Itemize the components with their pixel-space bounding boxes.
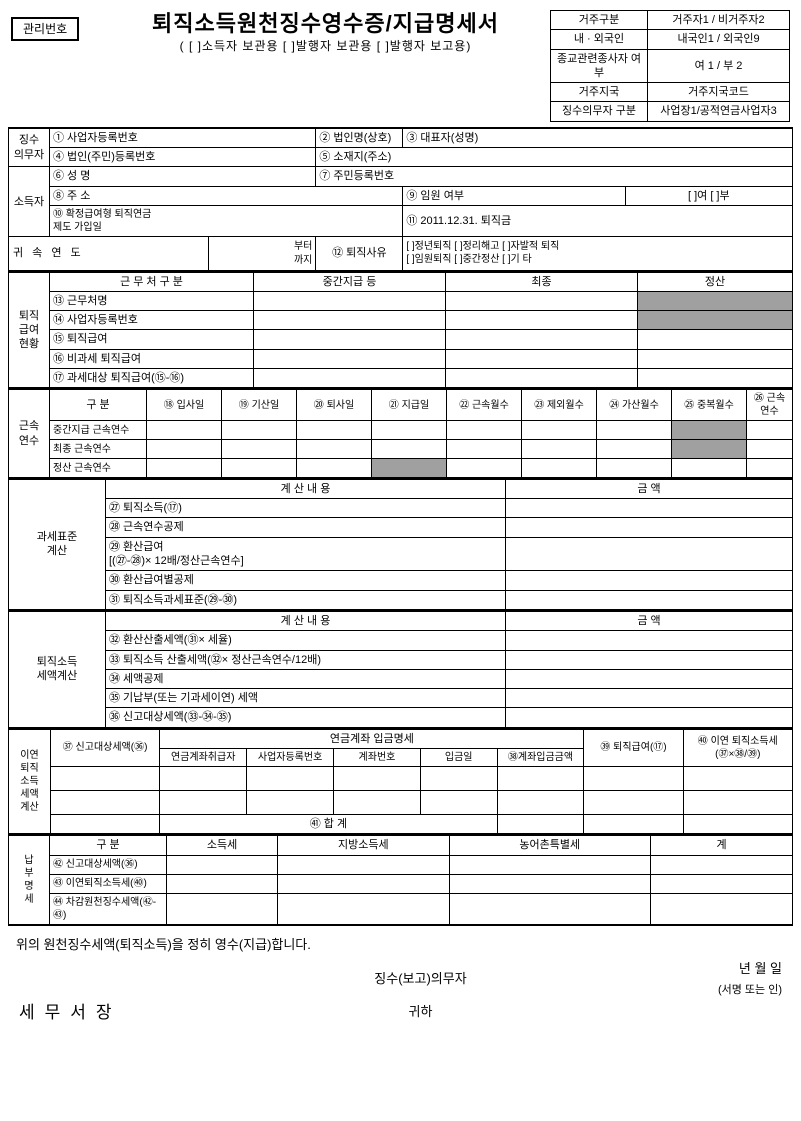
sec5-r3: 정산 근속연수: [50, 459, 147, 478]
sec8-r37: ㊲ 신고대상세액(㊱): [50, 729, 159, 766]
sec8-r39: ㊴ 퇴직급여(⑰): [584, 729, 683, 766]
sec9-h4: 농어촌특별세: [449, 836, 651, 855]
sec5-h24: ㉔ 가산월수: [597, 390, 672, 421]
info-r2b: 내국인1 / 외국인9: [648, 30, 790, 49]
sec5-h22: ㉒ 근속월수: [447, 390, 522, 421]
sec7-h1: 계 산 내 용: [106, 611, 506, 630]
sec1-r4: ④ 법인(주민)등록번호: [50, 148, 316, 167]
sec5-h26: ㉖ 근속연수: [747, 390, 793, 421]
sec8-label: 이연 퇴직 소득 세액 계산: [9, 729, 51, 834]
sec4-r15: ⑮ 퇴직급여: [50, 330, 254, 349]
to: 까지: [294, 255, 312, 266]
sec7-r32: ㉜ 환산산출세액(㉛× 세율): [106, 631, 506, 650]
sec4-h2: 중간지급 등: [254, 272, 446, 291]
sec9-r43: ㊸ 이연퇴직소득세(㊵): [50, 874, 167, 893]
sec8-r40: ㊵ 이연 퇴직소득세 (㊲×㊳/㊴): [683, 729, 792, 766]
sec1-r3: ③ 대표자(성명): [403, 128, 793, 148]
sec2-r10: ⑩ 확정급여형 퇴직연금 제도 가입일: [50, 205, 403, 236]
sec1-r1: ① 사업자등록번호: [50, 128, 316, 148]
sec5-h25: ㉕ 중복월수: [672, 390, 747, 421]
sec2-r11: ⑪ 2011.12.31. 퇴직금: [403, 205, 793, 236]
sec2-r8: ⑧ 주 소: [50, 186, 403, 205]
sec5-h23: ㉓ 제외월수: [522, 390, 597, 421]
sec6-r27: ㉗ 퇴직소득(⑰): [106, 499, 506, 518]
footer-office: 세무서장: [19, 1003, 122, 1022]
sec8-h4: 입금일: [420, 749, 497, 767]
sec7-r33: ㉝ 퇴직소득 산출세액(㉜× 정산근속연수/12배): [106, 650, 506, 669]
sec1-label: 징수 의무자: [9, 128, 50, 167]
sec6-r30: ㉚ 환산급여별공제: [106, 571, 506, 590]
sec5-h1: 구 분: [50, 390, 147, 421]
sec1-r2: ② 법인명(상호): [316, 128, 403, 148]
sec8-h38: ㊳계좌입금금액: [497, 749, 584, 767]
sec8-hgroup: 연금계좌 입금명세: [160, 729, 584, 748]
sec4-h3: 최종: [446, 272, 638, 291]
info-r5a: 징수의무자 구분: [551, 102, 648, 121]
sec9-h5: 계: [651, 836, 793, 855]
sec5-h21: ㉑ 지급일: [372, 390, 447, 421]
sec9-label: 납 부 명 세: [9, 836, 50, 925]
info-r4b: 거주지국코드: [648, 83, 790, 102]
sec4-label: 퇴직 급여 현황: [9, 272, 50, 388]
sec3-r12: ⑫ 퇴직사유: [316, 236, 403, 270]
sec4-r13: ⑬ 근무처명: [50, 291, 254, 310]
sec9-h3: 지방소득세: [278, 836, 449, 855]
sec2-r9v: [ ]여 [ ]부: [625, 186, 792, 205]
sec8-h1: 연금계좌취급자: [160, 749, 247, 767]
sec9-r44: ㊹ 차감원천징수세액(㊷-㊸): [50, 893, 167, 925]
info-r1b: 거주자1 / 비거주자2: [648, 11, 790, 30]
footer-to: 귀하: [252, 1000, 589, 1026]
sec2-r7: ⑦ 주민등록번호: [316, 167, 793, 186]
footer-stmt: 위의 원천징수세액(퇴직소득)을 정히 영수(지급)합니다.: [16, 934, 785, 953]
info-r4a: 거주지국: [551, 83, 648, 102]
sec5-r1: 중간지급 근속연수: [50, 421, 147, 440]
info-r5b: 사업장1/공적연금사업자3: [648, 102, 790, 121]
info-r1a: 거주구분: [551, 11, 648, 30]
sec4-h4: 정산: [638, 272, 793, 291]
sec9-h2: 소득세: [167, 836, 278, 855]
sec5-r2: 최종 근속연수: [50, 440, 147, 459]
sec9-r42: ㊷ 신고대상세액(㊱): [50, 855, 167, 874]
sec5-h19: ⑲ 기산일: [222, 390, 297, 421]
sec6-r31: ㉛ 퇴직소득과세표준(㉙-㉚): [106, 590, 506, 610]
info-r3b: 여 1 / 부 2: [648, 49, 790, 83]
sec7-r35: ㉟ 기납부(또는 기과세이연) 세액: [106, 689, 506, 708]
sec7-h2: 금 액: [506, 611, 793, 630]
info-r2a: 내 · 외국인: [551, 30, 648, 49]
info-r3a: 종교관련종사자 여부: [551, 49, 648, 83]
footer-obl: 징수(보고)의무자: [252, 959, 589, 1000]
sec8-h3: 계좌번호: [334, 749, 421, 767]
footer-date: 년 월 일: [592, 961, 782, 978]
sec6-label: 과세표준 계산: [9, 479, 106, 610]
sec6-r28: ㉘ 근속연수공제: [106, 518, 506, 537]
sec7-r34: ㉞ 세액공제: [106, 669, 506, 688]
sec8-sum: ㊶ 합 계: [160, 815, 497, 835]
sec7-label: 퇴직소득 세액계산: [9, 611, 106, 727]
sec5-label: 근속 연수: [9, 390, 50, 478]
subtitle: ( [ ]소득자 보관용 [ ]발행자 보관용 [ ]발행자 보고용): [107, 39, 544, 55]
sec8-h2: 사업자등록번호: [247, 749, 334, 767]
sec6-h1: 계 산 내 용: [106, 479, 506, 498]
mgmt-no-label: 관리번호: [11, 17, 79, 41]
sec6-r29: ㉙ 환산급여 [(㉗-㉘)× 12배/정산근속연수]: [106, 537, 506, 571]
sec2-r6: ⑥ 성 명: [50, 167, 316, 186]
sec6-h2: 금 액: [506, 479, 793, 498]
sec2-r9: ⑨ 임원 여부: [403, 186, 625, 205]
sec4-h1: 근 무 처 구 분: [50, 272, 254, 291]
sec4-r14: ⑭ 사업자등록번호: [50, 311, 254, 330]
sec2-label: 소득자: [9, 167, 50, 237]
sec9-h1: 구 분: [50, 836, 167, 855]
footer-sign: (서명 또는 인): [592, 983, 782, 997]
sec5-h20: ⑳ 퇴사일: [297, 390, 372, 421]
sec1-r5: ⑤ 소재지(주소): [316, 148, 793, 167]
sec4-r16: ⑯ 비과세 퇴직급여: [50, 349, 254, 368]
sec5-h18: ⑱ 입사일: [147, 390, 222, 421]
sec4-r17: ⑰ 과세대상 퇴직급여(⑮-⑯): [50, 369, 254, 389]
sec7-r36: ㊱ 신고대상세액(㉝-㉞-㉟): [106, 708, 506, 728]
from: 부터: [294, 241, 312, 252]
sec3-year: 귀 속 연 도: [9, 236, 209, 270]
title: 퇴직소득원천징수영수증/지급명세서: [107, 10, 544, 39]
sec3-opts: [ ]정년퇴직 [ ]정리해고 [ ]자발적 퇴직 [ ]임원퇴직 [ ]중간정…: [403, 236, 793, 270]
